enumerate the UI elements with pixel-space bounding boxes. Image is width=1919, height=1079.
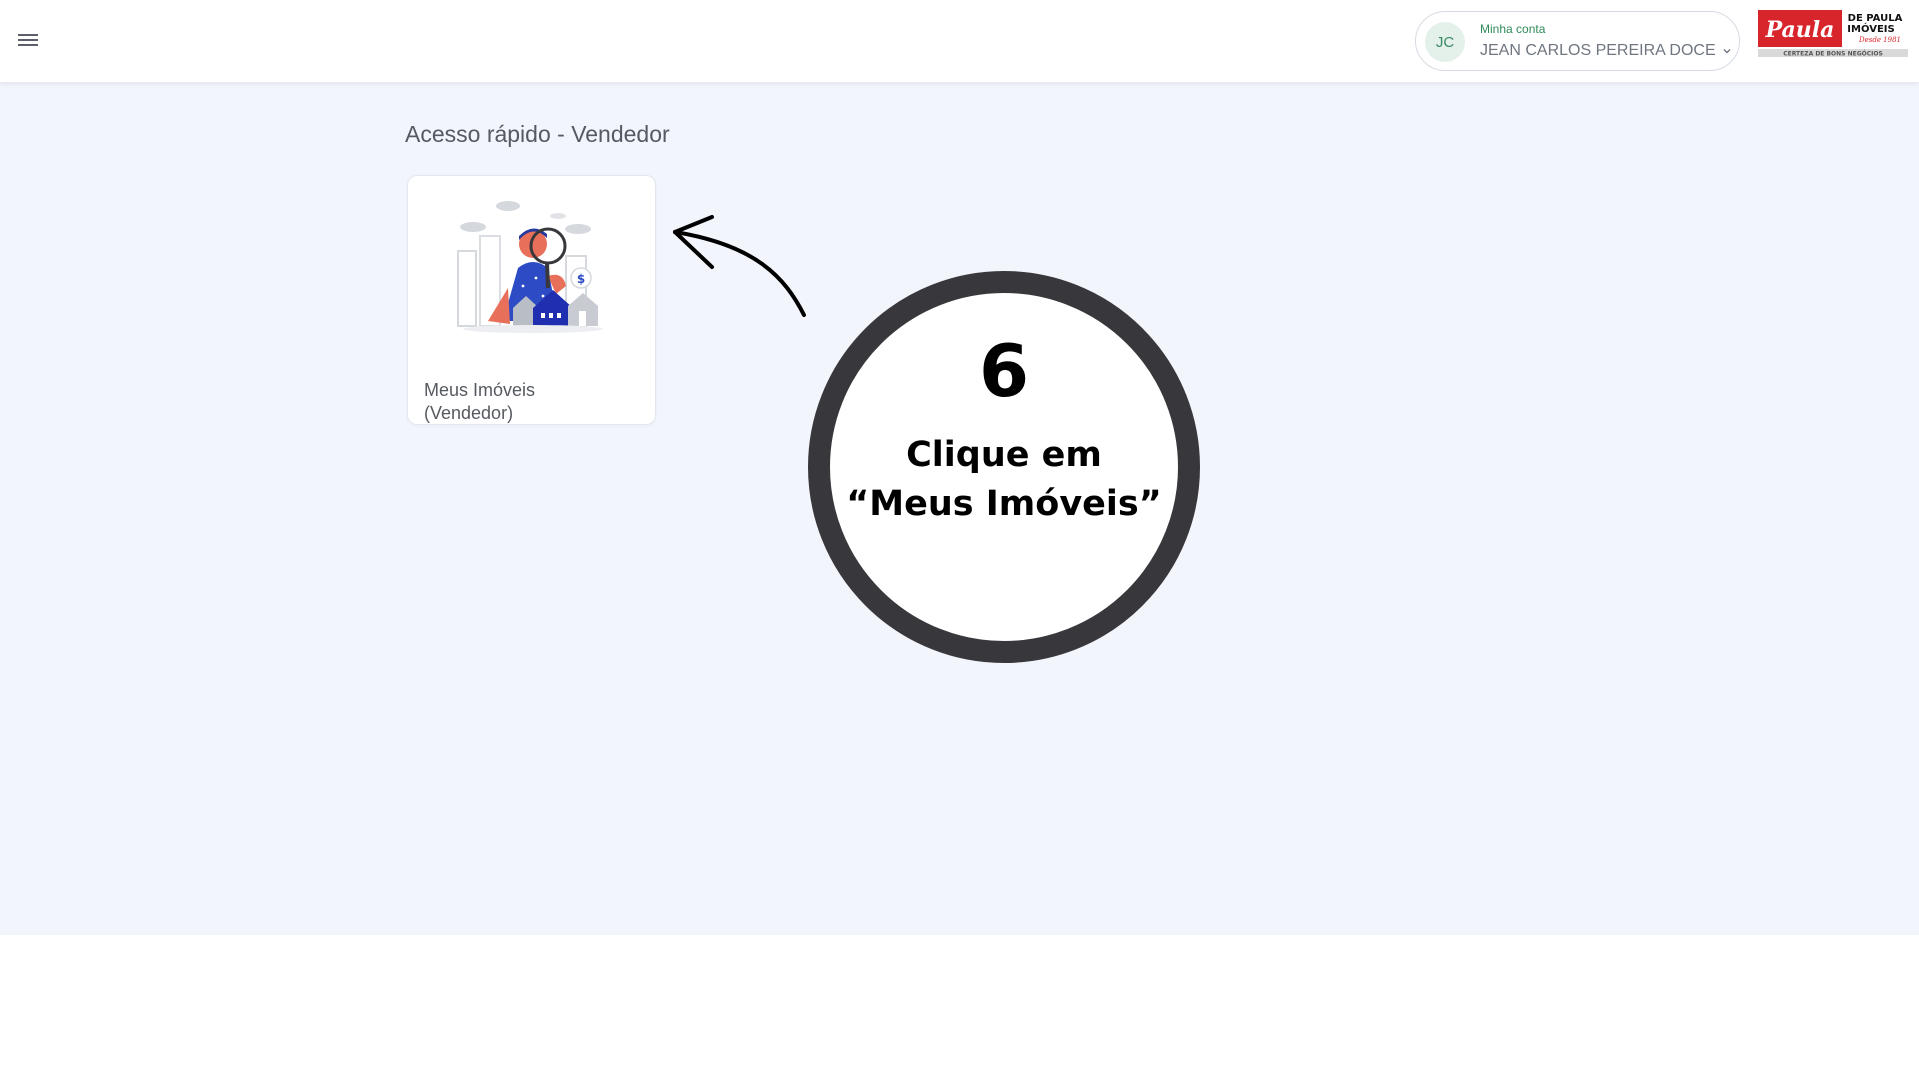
svg-text:DE PAULA: DE PAULA <box>1848 13 1903 24</box>
page: JC Minha conta JEAN CARLOS PEREIRA DOCE … <box>0 0 1919 1079</box>
menu-button[interactable] <box>14 28 42 52</box>
account-menu[interactable]: JC Minha conta JEAN CARLOS PEREIRA DOCE <box>1415 11 1740 71</box>
account-label: Minha conta <box>1480 22 1546 36</box>
curved-arrow-icon <box>673 215 806 317</box>
step-number: 6 <box>978 329 1030 413</box>
card-label: Meus Imóveis (Vendedor) <box>424 380 536 423</box>
section-title: Acesso rápido - Vendedor <box>405 121 670 147</box>
person-searching-houses-illustration: $ <box>457 201 603 333</box>
step-callout: 6 Clique em “Meus Imóveis” <box>808 271 1200 663</box>
account-user-name: JEAN CARLOS PEREIRA DOCE <box>1480 42 1716 59</box>
hamburger-menu-icon <box>18 34 38 46</box>
avatar: JC <box>1425 22 1465 62</box>
svg-text:CERTEZA DE BONS NEGÓCIOS: CERTEZA DE BONS NEGÓCIOS <box>1783 51 1883 58</box>
quick-access-card-meus-imoveis[interactable]: $ Meus Imóveis (Vendedor) <box>407 175 656 425</box>
top-bar: JC Minha conta JEAN CARLOS PEREIRA DOCE … <box>0 0 1919 83</box>
svg-text:Paula: Paula <box>1765 17 1835 43</box>
svg-text:Desde 1981: Desde 1981 <box>1858 36 1901 44</box>
svg-text:IMÓVEIS: IMÓVEIS <box>1847 22 1894 35</box>
chevron-down-icon <box>1723 49 1731 54</box>
step-instruction: Clique em “Meus Imóveis” <box>846 435 1162 524</box>
svg-text:$: $ <box>577 272 585 286</box>
company-logo: Paula DE PAULA IMÓVEIS Desde 1981 CERTEZ… <box>1758 10 1908 58</box>
